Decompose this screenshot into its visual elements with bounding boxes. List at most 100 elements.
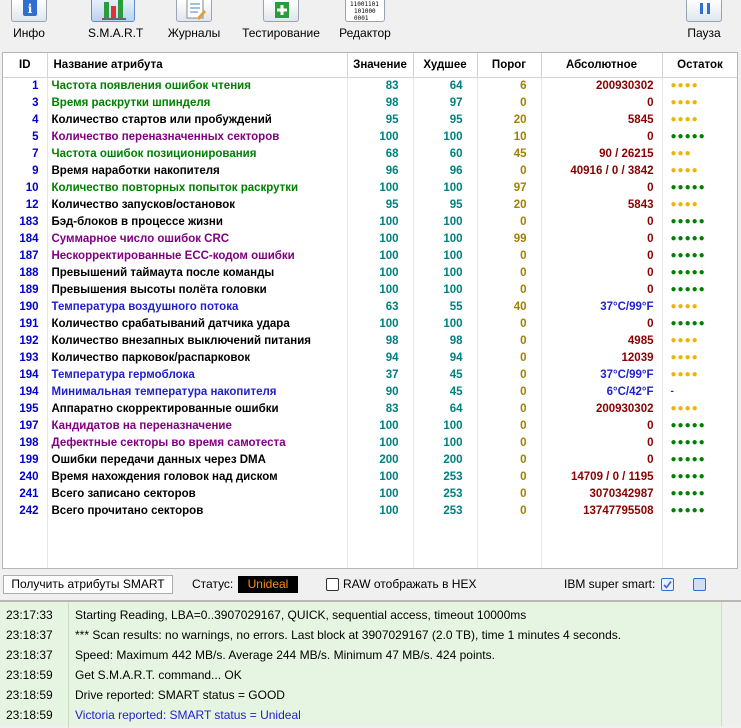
table-row[interactable]: 4 Количество стартов или пробуждений 95 95 2… [3,111,737,128]
table-row[interactable]: 191 Количество срабатываний датчика удара… [3,315,737,332]
table-row[interactable]: 199 Ошибки передачи данных через DMA 200 20… [3,451,737,468]
pause-button[interactable]: Пауза [678,0,730,44]
log-entry: 23:18:37 *** Scan results: no warnings, n… [0,625,720,645]
tab-smart[interactable]: S.M.A.R.T [88,0,143,44]
get-smart-attributes-button[interactable]: Получить атрибуты SMART [3,575,173,594]
log-timestamp: 23:18:59 [6,708,53,722]
attribute-name: Время наработки накопителя [47,162,348,179]
column-header-name[interactable]: Название атрибута [47,53,348,78]
table-row[interactable]: 5 Количество переназначенных секторов 100 1… [3,128,737,145]
attribute-worst: 253 [413,485,478,502]
empty-cell [662,553,737,568]
attribute-raw: 14709 / 0 / 1195 [541,468,663,485]
attribute-name: Количество переназначенных секторов [47,128,348,145]
table-row[interactable]: 193 Количество парковок/распарковок 94 94 0 1… [3,349,737,366]
table-row[interactable]: 3 Время раскрутки шпинделя 98 97 0 0 ●●●● [3,94,737,111]
attribute-threshold: 0 [477,400,542,417]
attribute-id: 240 [3,468,48,485]
attribute-worst: 100 [413,247,478,264]
attribute-remaining: ●●●● [662,298,737,315]
table-row[interactable]: 194 Температура гермоблока 37 45 0 37°C/99°F ●… [3,366,737,383]
attribute-id: 183 [3,213,48,230]
attribute-raw: 200930302 [541,77,663,94]
attribute-worst: 64 [413,77,478,94]
attribute-id: 1 [3,77,48,94]
column-header-threshold[interactable]: Порог [477,53,542,78]
log-message: Get S.M.A.R.T. command... OK [75,668,242,682]
option-square-icon[interactable] [693,578,706,591]
table-row[interactable]: 1 Частота появления ошибок чтения 83 64 6 200… [3,77,737,94]
status-badge: Unideal [238,576,298,593]
attribute-remaining: ●●●●● [662,468,737,485]
table-row[interactable]: 190 Температура воздушного потока 63 55 40 37… [3,298,737,315]
attribute-worst: 100 [413,315,478,332]
attribute-name: Минимальная температура накопителя [47,383,348,400]
attribute-worst: 200 [413,451,478,468]
binary-editor-icon: 11001101 101000 0001 [345,0,385,22]
log-scrollbar[interactable] [721,602,741,726]
attribute-raw: 37°C/99°F [541,366,663,383]
attribute-threshold: 97 [477,179,542,196]
tab-logs[interactable]: Журналы [164,0,224,44]
table-row[interactable]: 192 Количество внезапных выключений питан… [3,332,737,349]
table-row[interactable]: 240 Время нахождения головок над диском 10… [3,468,737,485]
tab-editor[interactable]: 11001101 101000 0001 Редактор [334,0,396,44]
table-row[interactable]: 184 Суммарное число ошибок CRC 100 100 99 0 ●●… [3,230,737,247]
raw-hex-checkbox[interactable] [326,578,339,591]
attribute-threshold: 40 [477,298,542,315]
table-row[interactable]: 7 Частота ошибок позиционирования 68 60 45 90… [3,145,737,162]
table-row[interactable]: 189 Превышения высоты полёта головки 100 10… [3,281,737,298]
ibm-super-smart-label: IBM super smart: [564,577,656,591]
ibm-super-smart-checkbox[interactable] [661,578,674,591]
attribute-worst: 253 [413,468,478,485]
column-header-id[interactable]: ID [3,53,48,78]
attribute-id: 195 [3,400,48,417]
attribute-raw: 40916 / 0 / 3842 [541,162,663,179]
column-header-value[interactable]: Значение [347,53,414,78]
attribute-threshold: 10 [477,128,542,145]
log-message: Drive reported: SMART status = GOOD [75,688,285,702]
attribute-value: 98 [347,332,414,349]
table-row[interactable]: 9 Время наработки накопителя 96 96 0 40916 / … [3,162,737,179]
attribute-value: 94 [347,349,414,366]
table-row[interactable]: 241 Всего записано секторов 100 253 0 3070342… [3,485,737,502]
attribute-worst: 100 [413,417,478,434]
log-panel: 23:17:33 Starting Reading, LBA=0..3907029… [0,600,741,728]
table-row[interactable]: 194 Минимальная температура накопителя 90 4… [3,383,737,400]
table-row[interactable]: 195 Аппаратно скорректированные ошибки 83 6… [3,400,737,417]
attribute-worst: 100 [413,128,478,145]
table-row[interactable]: 188 Превышений таймаута после команды 100 1… [3,264,737,281]
attribute-id: 7 [3,145,48,162]
column-header-remaining[interactable]: Остаток [662,53,737,78]
attribute-id: 193 [3,349,48,366]
table-row[interactable]: 10 Количество повторных попыток раскрутки… [3,179,737,196]
attribute-value: 63 [347,298,414,315]
table-row[interactable]: 183 Бэд-блоков в процессе жизни 100 100 0 0 ●●… [3,213,737,230]
attribute-worst: 45 [413,366,478,383]
table-row[interactable]: 187 Нескорректированные ECC-кодом ошибки 1… [3,247,737,264]
log-message: *** Scan results: no warnings, no errors… [75,628,622,642]
info-button[interactable]: i Инфо [0,0,58,44]
attribute-threshold: 0 [477,332,542,349]
attribute-worst: 253 [413,502,478,519]
attribute-name: Время раскрутки шпинделя [47,94,348,111]
attribute-id: 187 [3,247,48,264]
table-row[interactable]: 242 Всего прочитано секторов 100 253 0 137477… [3,502,737,519]
column-header-raw[interactable]: Абсолютное [541,53,663,78]
attribute-remaining: ●●●● [662,366,737,383]
table-row[interactable]: 12 Количество запусков/остановок 95 95 20 584… [3,196,737,213]
attribute-id: 190 [3,298,48,315]
attribute-name: Количество внезапных выключений питания [47,332,348,349]
table-row[interactable]: 197 Кандидатов на переназначение 100 100 0 0 ●… [3,417,737,434]
attribute-name: Количество запусков/остановок [47,196,348,213]
attribute-remaining: ●●●●● [662,502,737,519]
attribute-worst: 97 [413,94,478,111]
table-row[interactable]: 198 Дефектные секторы во время самотеста 1… [3,434,737,451]
column-header-worst[interactable]: Худшее [413,53,478,78]
attribute-name: Кандидатов на переназначение [47,417,348,434]
attribute-value: 83 [347,77,414,94]
attribute-id: 9 [3,162,48,179]
tab-testing[interactable]: Тестирование [236,0,326,44]
attribute-value: 100 [347,468,414,485]
attribute-name: Количество стартов или пробуждений [47,111,348,128]
